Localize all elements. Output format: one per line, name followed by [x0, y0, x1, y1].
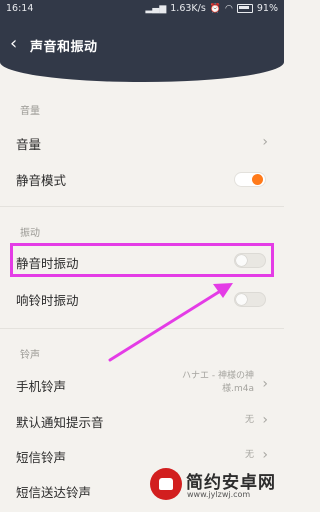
- android-logo-icon: [150, 468, 182, 500]
- status-bar: 16:14 ▂▄▆ 1.63K/s ⏰ ◠ 91%: [0, 0, 284, 18]
- section-divider: [0, 206, 284, 207]
- wifi-icon: ◠: [225, 3, 233, 14]
- phone-ringtone-value: ハナエ - 神様の神 様.m4a: [182, 370, 254, 396]
- alarm-icon: ⏰: [209, 3, 222, 14]
- page-title: 声音和振动: [30, 40, 98, 55]
- signal-icon: ▂▄▆: [145, 3, 167, 14]
- section-header-ringtone: 铃声: [20, 350, 40, 361]
- setting-volume[interactable]: 音量 ›: [0, 124, 284, 160]
- setting-sms-tone-label: 短信铃声: [16, 450, 67, 465]
- phone-ringtone-value-line1: ハナエ - 神様の神: [182, 371, 254, 381]
- chevron-right-icon: ›: [262, 376, 268, 392]
- setting-silent-mode-label: 静音模式: [16, 173, 67, 188]
- battery-percent: 91%: [256, 3, 278, 14]
- vibrate-ring-toggle[interactable]: [234, 292, 266, 307]
- setting-vibrate-ring-label: 响铃时振动: [16, 293, 79, 308]
- chevron-left-icon[interactable]: ‹: [10, 35, 24, 53]
- setting-phone-ringtone[interactable]: 手机铃声 ハナエ - 神様の神 様.m4a ›: [0, 366, 284, 402]
- chevron-right-icon: ›: [262, 412, 268, 428]
- sms-tone-value: 无: [244, 450, 254, 460]
- notification-tone-value: 无: [244, 415, 254, 425]
- status-right: ▂▄▆ 1.63K/s ⏰ ◠ 91%: [145, 3, 278, 14]
- section-header-volume: 音量: [20, 106, 40, 117]
- watermark: 简约安卓网 www.jylzwj.com: [150, 466, 280, 506]
- chevron-right-icon: ›: [262, 447, 268, 463]
- section-divider: [0, 328, 284, 329]
- network-speed: 1.63K/s: [170, 3, 206, 14]
- highlight-box: [10, 243, 274, 277]
- watermark-url: www.jylzwj.com: [187, 490, 251, 499]
- setting-phone-ringtone-label: 手机铃声: [16, 379, 67, 394]
- setting-notification-tone[interactable]: 默认通知提示音 无 ›: [0, 402, 284, 438]
- setting-notification-tone-label: 默认通知提示音: [16, 415, 104, 430]
- setting-vibrate-ring[interactable]: 响铃时振动: [0, 280, 284, 316]
- setting-silent-mode[interactable]: 静音模式: [0, 160, 284, 196]
- chevron-right-icon: ›: [262, 134, 268, 150]
- setting-volume-label: 音量: [16, 137, 42, 152]
- section-header-vibration: 振动: [20, 228, 40, 239]
- title-bar: ‹ 声音和振动: [0, 30, 284, 64]
- app-header: 16:14 ▂▄▆ 1.63K/s ⏰ ◠ 91% ‹ 声音和振动: [0, 0, 284, 82]
- setting-sms-delivered-tone-label: 短信送达铃声: [16, 485, 92, 500]
- toggle-knob: [252, 174, 263, 185]
- toggle-knob: [236, 294, 247, 305]
- status-time: 16:14: [6, 3, 34, 14]
- silent-mode-toggle[interactable]: [234, 172, 266, 187]
- battery-icon: [236, 4, 253, 13]
- phone-ringtone-value-line2: 様.m4a: [222, 384, 254, 394]
